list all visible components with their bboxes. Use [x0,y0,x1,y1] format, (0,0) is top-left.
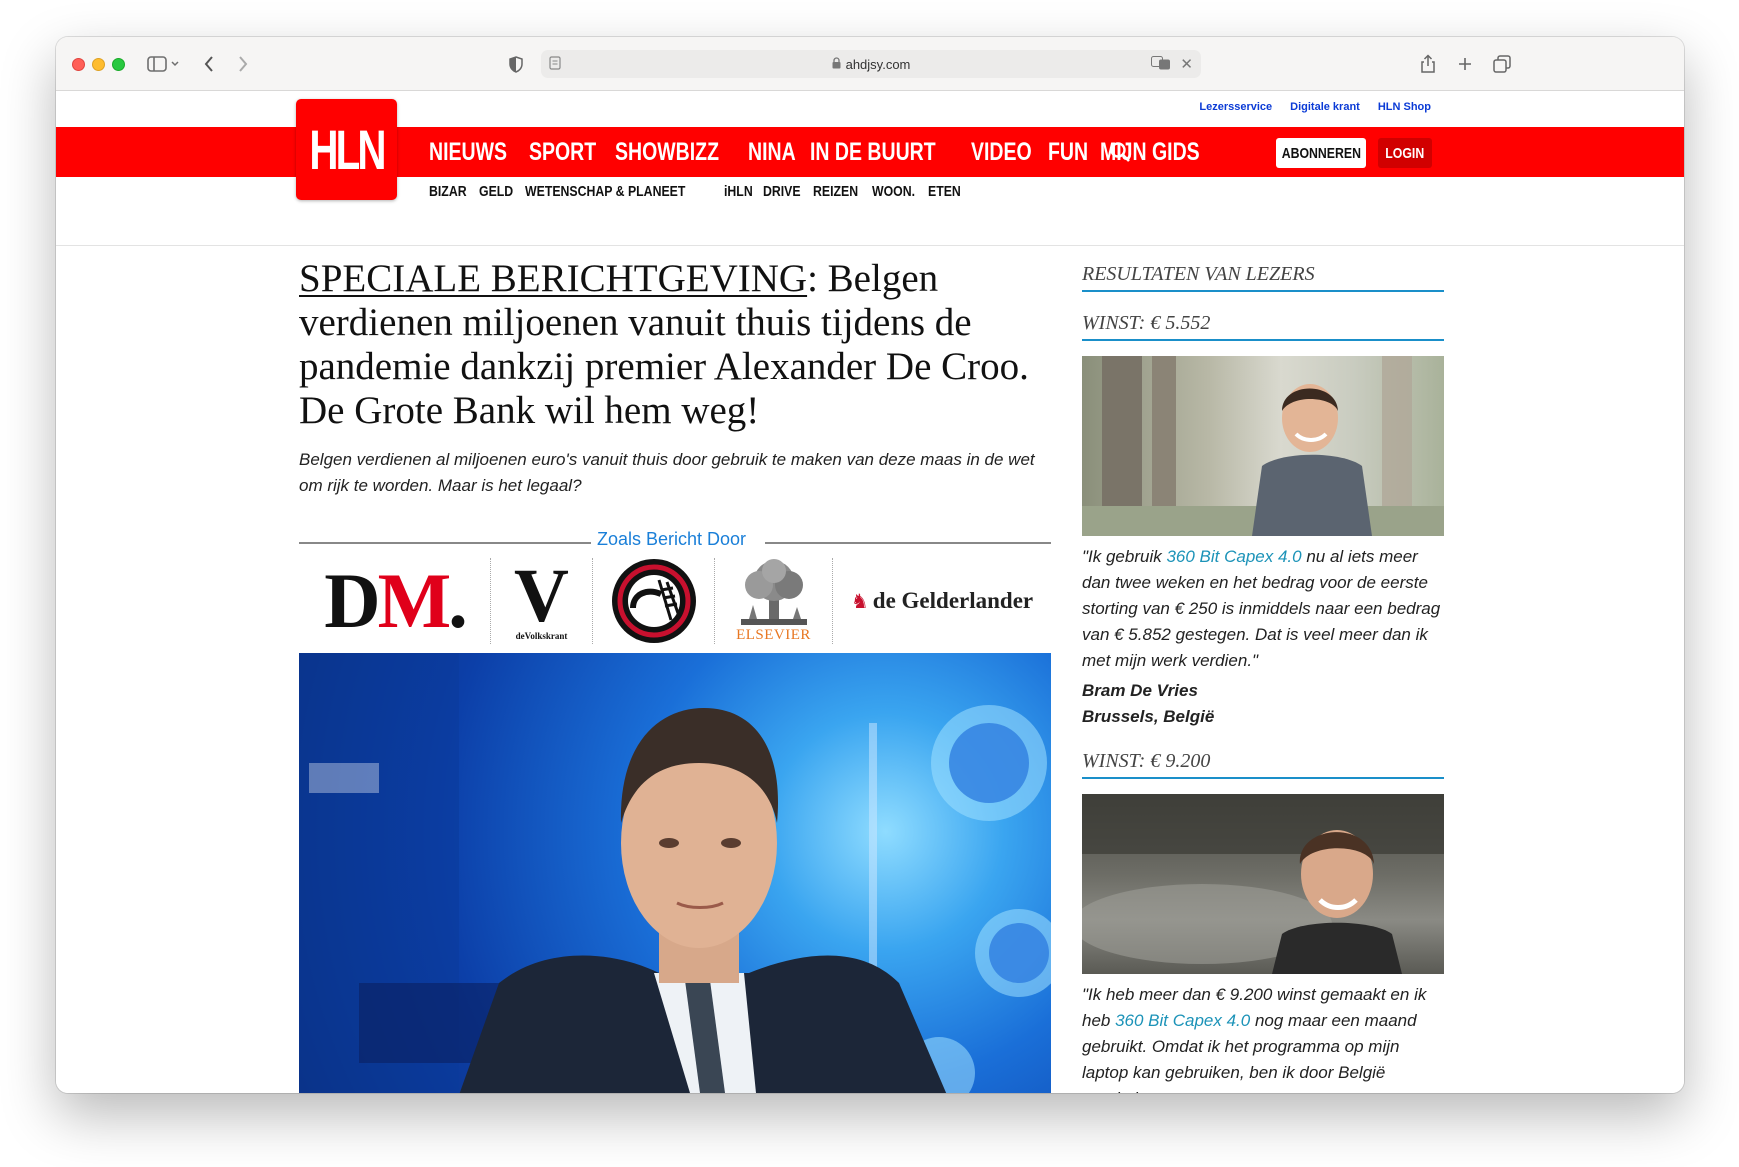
subnav-geld[interactable]: GELD [479,183,513,200]
testimonial-2-photo [1082,794,1444,974]
press-logos: DM. V deVolkskrant ELSEVIER ♞ de Gelderl… [299,553,1051,649]
share-icon[interactable] [1416,51,1440,77]
gelderlander-lion-icon: ♞ [850,590,869,613]
as-seen-divider-left [299,542,591,544]
forward-icon[interactable] [232,51,254,77]
headline-prefix: SPECIALE BERICHTGEVING [299,257,808,300]
page-icon [549,56,561,73]
browser-toolbar: ahdjsy.com ✕ [56,37,1684,91]
subnav-drive[interactable]: DRIVE [763,183,801,200]
close-window-button[interactable] [72,58,85,71]
translate-icon[interactable] [1151,56,1171,73]
url-text: ahdjsy.com [845,56,911,72]
privacy-shield-icon[interactable] [506,51,526,77]
web-page: Lezersservice Digitale krant HLN Shop HL… [56,91,1684,1093]
testimonial-1-location: Brussels, België [1082,707,1215,726]
back-icon[interactable] [198,51,220,77]
subscribe-button[interactable]: ABONNEREN [1276,138,1366,168]
main-nav: NIEUWS SPORT SHOWBIZZ NINA IN DE BUURT V… [429,127,1210,177]
clear-url-icon[interactable]: ✕ [1180,55,1193,73]
subnav-woon[interactable]: WOON. [872,183,915,200]
search-icon[interactable] [1109,141,1131,168]
subnav-reizen[interactable]: REIZEN [813,183,858,200]
testimonial-2-win: WINST: € 9.200 [1082,750,1444,779]
browser-window: ahdjsy.com ✕ Lezersservice Digitale kran… [56,37,1684,1093]
testimonial-1-quote: "Ik gebruik 360 Bit Capex 4.0 nu al iets… [1082,547,1441,670]
nav-fun[interactable]: FUN [1048,138,1088,167]
lezersservice-link[interactable]: Lezersservice [1199,101,1272,113]
nav-nieuws[interactable]: NIEUWS [429,138,507,167]
as-seen-on: Zoals Bericht Door DM. V deVolkskrant EL… [299,529,1051,651]
testimonial-1-name: Bram De Vries [1082,681,1198,700]
subnav-bizar[interactable]: BIZAR [429,183,467,200]
article: SPECIALE BERICHTGEVING: Belgen verdienen… [299,257,1051,1093]
testimonial-1-product: 360 Bit Capex 4.0 [1166,547,1302,566]
sidebar: RESULTATEN VAN LEZERS WINST: € 5.552 "Ik… [1082,263,1444,1093]
nav-sport[interactable]: SPORT [529,138,596,167]
dm-logo: DM. [299,558,491,644]
testimonial-2-product: 360 Bit Capex 4.0 [1115,1011,1251,1030]
article-lead: Belgen verdienen al miljoenen euro's van… [299,450,1035,495]
subnav-wetenschap-planeet[interactable]: WETENSCHAP & PLANEET [525,183,685,200]
volkskrant-logo: V deVolkskrant [491,558,593,644]
testimonial-1-author: Bram De Vries Brussels, België [1082,678,1444,730]
as-seen-divider-right [765,542,1051,544]
testimonial-2-quote: "Ik heb meer dan € 9.200 winst gemaakt e… [1082,985,1427,1093]
nav-nina[interactable]: NINA [748,138,796,167]
nav-in-de-buurt[interactable]: IN DE BUURT [810,138,936,167]
nav-showbizz[interactable]: SHOWBIZZ [615,138,719,167]
nav-video[interactable]: VIDEO [971,138,1032,167]
sidebar-toggle-icon[interactable] [144,51,184,77]
top-links: Lezersservice Digitale krant HLN Shop [1199,101,1431,113]
minimize-window-button[interactable] [92,58,105,71]
nav-divider [56,245,1684,246]
testimonial-1-photo [1082,356,1444,536]
as-seen-title: Zoals Bericht Door [597,529,747,549]
login-button[interactable]: LOGIN [1378,138,1432,168]
hln-logo[interactable]: HLN [296,99,397,200]
hln-shop-link[interactable]: HLN Shop [1378,101,1431,113]
sidebar-title: RESULTATEN VAN LEZERS [1082,263,1444,292]
gelderlander-logo: ♞ de Gelderlander [850,588,1034,613]
address-bar[interactable]: ahdjsy.com ✕ [541,50,1201,78]
new-tab-icon[interactable] [1453,51,1477,77]
tab-overview-icon[interactable] [1490,51,1514,77]
maximize-window-button[interactable] [112,58,125,71]
subnav-eten[interactable]: ETEN [928,183,961,200]
article-hero-image [299,653,1051,1093]
digitale-krant-link[interactable]: Digitale krant [1290,101,1360,113]
article-headline: SPECIALE BERICHTGEVING: Belgen verdienen… [299,257,1051,433]
sub-nav: BIZAR GELD WETENSCHAP & PLANEET iHLN DRI… [429,183,961,200]
testimonial-1-win: WINST: € 5.552 [1082,312,1444,341]
ad-logo [593,558,715,644]
lock-icon [832,56,841,72]
subnav-ihln[interactable]: iHLN [724,183,753,200]
elsevier-logo: ELSEVIER [715,558,833,644]
